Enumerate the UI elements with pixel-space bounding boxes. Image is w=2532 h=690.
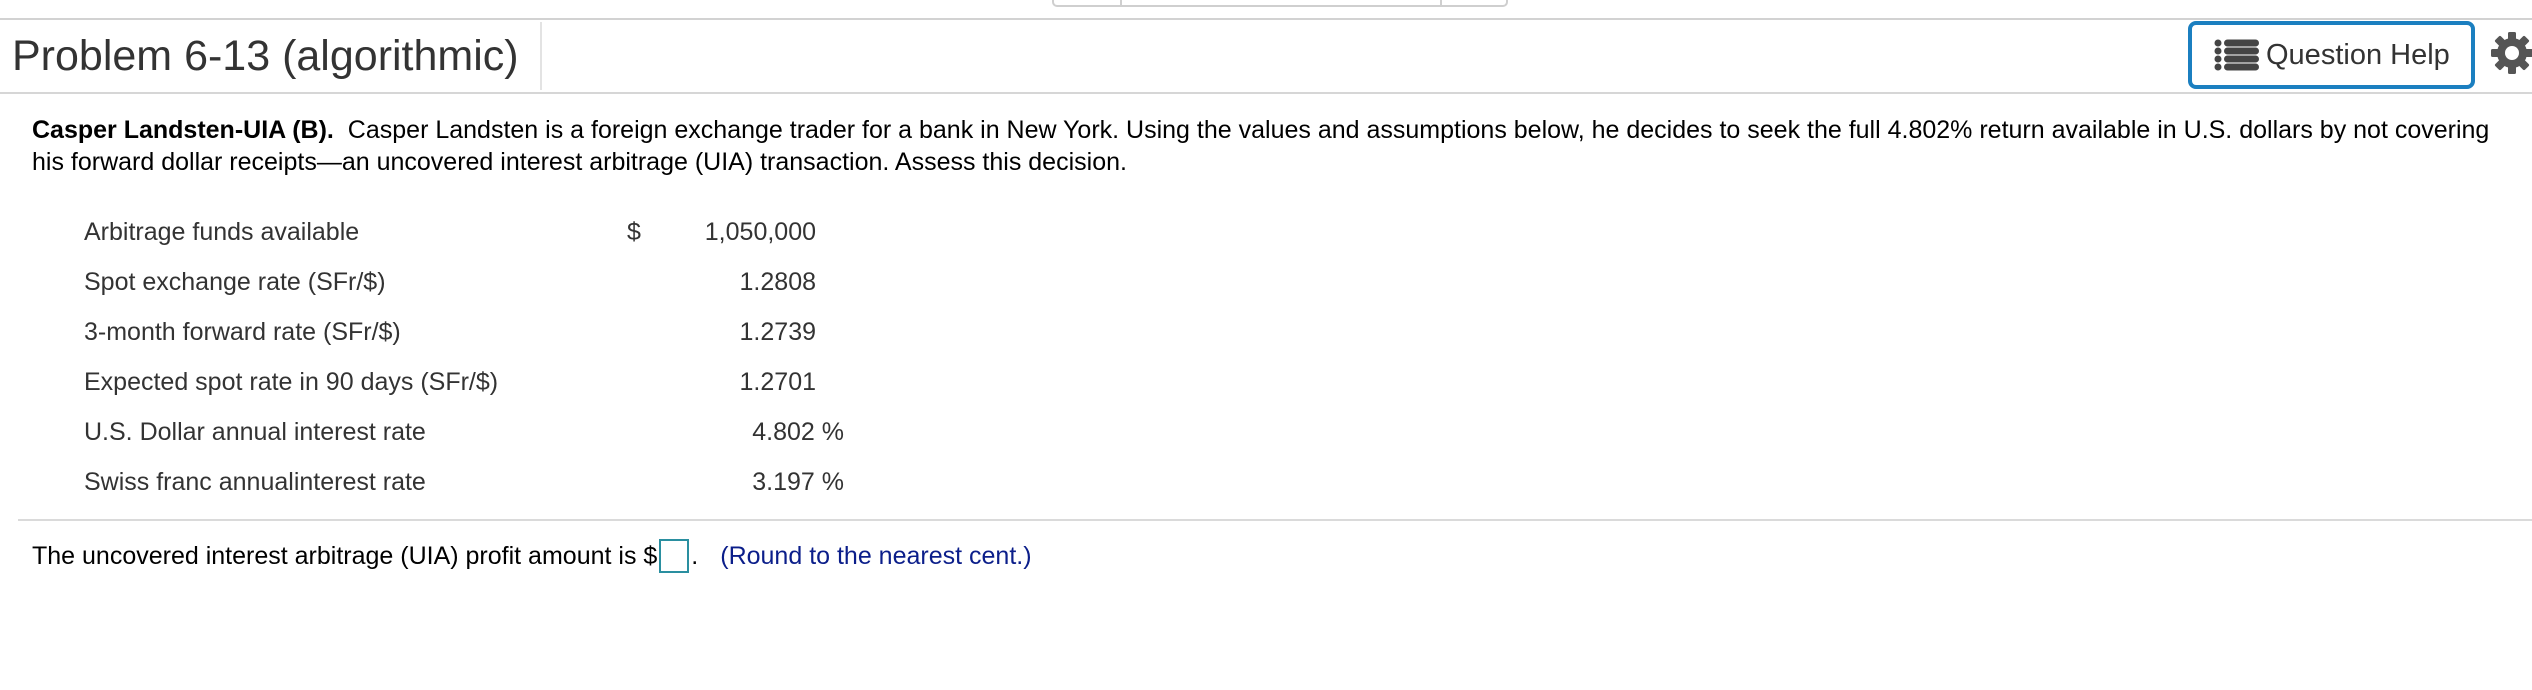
table-row: 3-month forward rate (SFr/$) 1.2739: [84, 318, 844, 368]
row-value: 1.2739: [739, 318, 816, 346]
row-label: Spot exchange rate (SFr/$): [84, 268, 386, 296]
row-value: 1.2701: [739, 368, 816, 396]
given-values-table: Arbitrage funds available $ 1,050,000 Sp…: [84, 218, 844, 518]
table-row: Arbitrage funds available $ 1,050,000: [84, 218, 844, 268]
row-label: U.S. Dollar annual interest rate: [84, 418, 426, 446]
row-label: Expected spot rate in 90 days (SFr/$): [84, 368, 499, 396]
row-value: 3.197 %: [752, 468, 844, 496]
tab-divider: [1440, 0, 1442, 5]
row-label: Arbitrage funds available: [84, 218, 360, 246]
question-help-label: Question Help: [2266, 38, 2450, 71]
row-value: 4.802 %: [752, 418, 844, 446]
row-label: 3-month forward rate (SFr/$): [84, 318, 401, 346]
top-divider: [0, 18, 2532, 20]
tab-divider: [1120, 0, 1122, 5]
problem-lead: Casper Landsten-UIA (B).: [32, 116, 334, 144]
percent-unit: %: [821, 418, 844, 446]
table-row: Swiss franc annualinterest rate 3.197 %: [84, 468, 844, 518]
answer-line: The uncovered interest arbitrage (UIA) p…: [32, 536, 1032, 576]
problem-statement: Casper Landsten-UIA (B). Casper Landsten…: [32, 114, 2502, 178]
answer-prompt: The uncovered interest arbitrage (UIA) p…: [32, 542, 658, 570]
answer-suffix: .: [691, 542, 699, 570]
rounding-hint: (Round to the nearest cent.): [720, 542, 1032, 570]
page-title: Problem 6-13 (algorithmic): [12, 32, 519, 80]
table-row: U.S. Dollar annual interest rate 4.802 %: [84, 418, 844, 468]
title-divider: [540, 22, 542, 90]
profit-answer-input[interactable]: [659, 539, 690, 573]
table-row: Expected spot rate in 90 days (SFr/$) 1.…: [84, 368, 844, 418]
row-label: Swiss franc annualinterest rate: [84, 468, 426, 496]
row-value: 1,050,000: [704, 218, 816, 246]
problem-text: Casper Landsten is a foreign exchange tr…: [32, 116, 2490, 176]
header-divider: [0, 92, 2532, 94]
row-value: 1.2808: [739, 268, 816, 296]
list-icon: [2214, 39, 2259, 71]
table-row: Spot exchange rate (SFr/$) 1.2808: [84, 268, 844, 318]
section-divider: [18, 519, 2532, 521]
question-help-button[interactable]: Question Help: [2188, 21, 2475, 89]
gear-icon[interactable]: [2490, 31, 2532, 75]
top-tab-strip: [1052, 0, 1508, 7]
percent-unit: %: [821, 468, 844, 496]
